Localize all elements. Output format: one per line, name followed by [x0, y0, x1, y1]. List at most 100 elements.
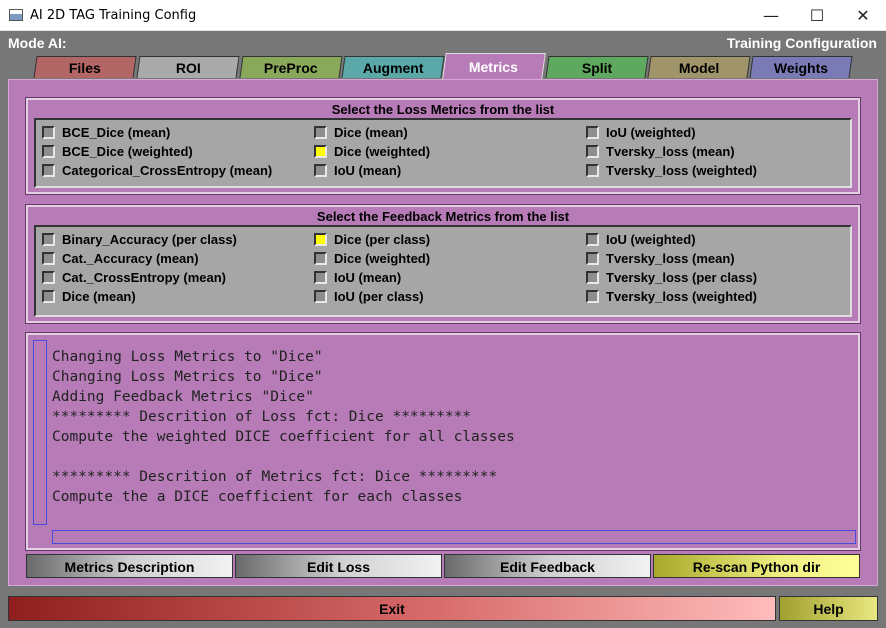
checkbox-unchecked-icon[interactable]	[42, 126, 55, 139]
tab-files[interactable]: Files	[33, 56, 137, 78]
tab-metrics[interactable]: Metrics	[442, 53, 546, 79]
metric-checkbox[interactable]: IoU (mean)	[314, 163, 401, 178]
metric-label: Tversky_loss (per class)	[606, 270, 758, 285]
feedback-group-title: Select the Feedback Metrics from the lis…	[316, 209, 570, 224]
close-button[interactable]: ✕	[840, 0, 886, 31]
checkbox-unchecked-icon[interactable]	[314, 290, 327, 303]
metrics-description-button[interactable]: Metrics Description	[26, 554, 233, 578]
metric-label: Dice (per class)	[334, 232, 431, 247]
metric-checkbox[interactable]: IoU (per class)	[314, 289, 424, 304]
log-line: Compute the weighted DICE coefficient fo…	[52, 429, 515, 445]
log-panel: Changing Loss Metrics to "Dice" Changing …	[25, 332, 861, 551]
log-line: ********* Descrition of Loss fct: Dice *…	[52, 409, 472, 425]
metric-checkbox[interactable]: Dice (weighted)	[314, 144, 430, 159]
metric-label: Categorical_CrossEntropy (mean)	[62, 163, 273, 178]
metric-checkbox[interactable]: IoU (mean)	[314, 270, 401, 285]
feedback-metrics-group: Select the Feedback Metrics from the lis…	[25, 204, 861, 324]
metric-label: Tversky_loss (mean)	[606, 251, 735, 266]
metric-label: Dice (mean)	[62, 289, 136, 304]
log-line: Changing Loss Metrics to "Dice"	[52, 369, 323, 385]
checkbox-unchecked-icon[interactable]	[586, 126, 599, 139]
metric-checkbox[interactable]: Tversky_loss (mean)	[586, 144, 735, 159]
metric-label: Cat._CrossEntropy (mean)	[62, 270, 226, 285]
edit-loss-button[interactable]: Edit Loss	[235, 554, 442, 578]
mode-label: Mode AI:	[8, 35, 67, 51]
config-label: Training Configuration	[726, 35, 877, 51]
metric-label: Tversky_loss (mean)	[606, 144, 735, 159]
metric-checkbox[interactable]: Dice (mean)	[42, 289, 136, 304]
checkbox-unchecked-icon[interactable]	[586, 233, 599, 246]
metric-checkbox[interactable]: Dice (weighted)	[314, 251, 430, 266]
log-line: ********* Descrition of Metrics fct: Dic…	[52, 469, 498, 485]
title-bar: AI 2D TAG Training Config — ☐ ✕	[0, 0, 886, 31]
tab-preproc[interactable]: PreProc	[239, 56, 343, 78]
checkbox-unchecked-icon[interactable]	[314, 126, 327, 139]
tab-weights[interactable]: Weights	[749, 56, 853, 78]
loss-group-title: Select the Loss Metrics from the list	[331, 102, 555, 117]
checkbox-unchecked-icon[interactable]	[42, 164, 55, 177]
tab-label: PreProc	[264, 60, 318, 76]
metric-label: BCE_Dice (weighted)	[62, 144, 193, 159]
minimize-button[interactable]: —	[748, 0, 794, 31]
metric-checkbox[interactable]: Tversky_loss (weighted)	[586, 289, 757, 304]
metric-checkbox[interactable]: Cat._Accuracy (mean)	[42, 251, 199, 266]
log-line: Adding Feedback Metrics "Dice"	[52, 389, 314, 405]
checkbox-unchecked-icon[interactable]	[586, 164, 599, 177]
rescan-python-dir-button[interactable]: Re-scan Python dir	[653, 554, 860, 578]
metric-label: Cat._Accuracy (mean)	[62, 251, 199, 266]
feedback-checkbox-list: Binary_Accuracy (per class) Cat._Accuracy…	[34, 225, 852, 317]
tab-label: ROI	[175, 60, 201, 76]
metric-checkbox[interactable]: Binary_Accuracy (per class)	[42, 232, 237, 247]
metric-checkbox[interactable]: Tversky_loss (mean)	[586, 251, 735, 266]
metric-checkbox[interactable]: BCE_Dice (mean)	[42, 125, 170, 140]
help-button[interactable]: Help	[779, 596, 878, 621]
metric-checkbox[interactable]: Cat._CrossEntropy (mean)	[42, 270, 226, 285]
checkbox-unchecked-icon[interactable]	[314, 271, 327, 284]
exit-button[interactable]: Exit	[8, 596, 776, 621]
log-scrollbar[interactable]	[33, 340, 47, 525]
metric-label: Dice (weighted)	[334, 144, 431, 159]
checkbox-unchecked-icon[interactable]	[586, 145, 599, 158]
maximize-button[interactable]: ☐	[794, 0, 840, 31]
metric-label: IoU (mean)	[334, 163, 402, 178]
checkbox-unchecked-icon[interactable]	[314, 164, 327, 177]
metric-label: IoU (per class)	[334, 289, 424, 304]
tab-augment[interactable]: Augment	[341, 56, 445, 78]
tab-roi[interactable]: ROI	[136, 56, 240, 78]
checkbox-unchecked-icon[interactable]	[42, 145, 55, 158]
tab-model[interactable]: Model	[647, 56, 751, 78]
tab-label: Model	[678, 60, 720, 76]
checkbox-unchecked-icon[interactable]	[42, 233, 55, 246]
checkbox-checked-icon[interactable]	[314, 233, 327, 246]
checkbox-unchecked-icon[interactable]	[42, 271, 55, 284]
checkbox-unchecked-icon[interactable]	[314, 252, 327, 265]
checkbox-checked-icon[interactable]	[314, 145, 327, 158]
tab-label: Augment	[362, 60, 424, 76]
checkbox-unchecked-icon[interactable]	[42, 290, 55, 303]
metric-checkbox[interactable]: Tversky_loss (weighted)	[586, 163, 757, 178]
metric-checkbox[interactable]: Dice (per class)	[314, 232, 430, 247]
metric-checkbox[interactable]: Categorical_CrossEntropy (mean)	[42, 163, 272, 178]
edit-feedback-button[interactable]: Edit Feedback	[444, 554, 651, 578]
log-input-field[interactable]	[52, 530, 856, 544]
checkbox-unchecked-icon[interactable]	[586, 271, 599, 284]
checkbox-unchecked-icon[interactable]	[586, 252, 599, 265]
metric-checkbox[interactable]: Dice (mean)	[314, 125, 408, 140]
metric-checkbox[interactable]: BCE_Dice (weighted)	[42, 144, 193, 159]
metric-label: Dice (weighted)	[334, 251, 431, 266]
metric-label: IoU (mean)	[334, 270, 402, 285]
app-icon	[9, 9, 23, 21]
tab-label: Metrics	[469, 59, 519, 75]
metric-label: Tversky_loss (weighted)	[606, 289, 757, 304]
tab-split[interactable]: Split	[545, 56, 649, 78]
metric-checkbox[interactable]: IoU (weighted)	[586, 232, 696, 247]
metric-label: Binary_Accuracy (per class)	[62, 232, 237, 247]
checkbox-unchecked-icon[interactable]	[42, 252, 55, 265]
tab-label: Split	[581, 60, 613, 76]
checkbox-unchecked-icon[interactable]	[586, 290, 599, 303]
app-area: Mode AI: Training Configuration Files ROI…	[0, 31, 886, 628]
metric-checkbox[interactable]: Tversky_loss (per class)	[586, 270, 757, 285]
metric-checkbox[interactable]: IoU (weighted)	[586, 125, 696, 140]
loss-checkbox-list: BCE_Dice (mean) BCE_Dice (weighted) Catego…	[34, 118, 852, 188]
metrics-panel: Select the Loss Metrics from the list BC…	[8, 79, 878, 586]
